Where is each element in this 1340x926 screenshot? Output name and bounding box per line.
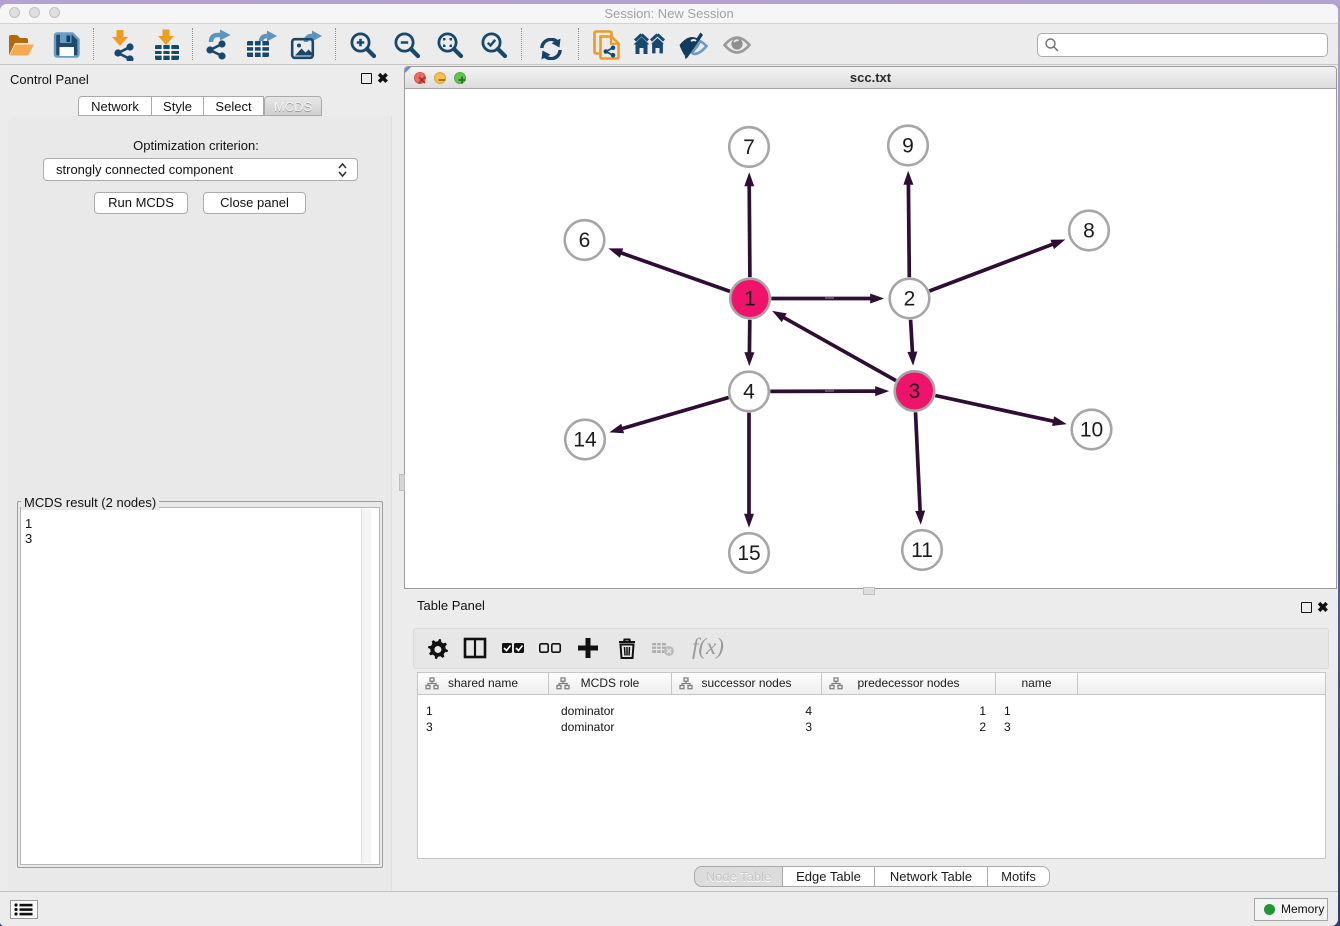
svg-text:6: 6 — [579, 229, 591, 252]
svg-text:8: 8 — [1083, 220, 1095, 243]
svg-text:15: 15 — [737, 542, 760, 565]
svg-text:11: 11 — [911, 539, 933, 562]
svg-text:3: 3 — [909, 380, 921, 403]
svg-text:10: 10 — [1080, 419, 1103, 442]
svg-text:4: 4 — [743, 381, 755, 404]
svg-text:9: 9 — [902, 135, 914, 158]
svg-text:14: 14 — [573, 429, 597, 452]
svg-text:2: 2 — [904, 288, 916, 311]
svg-text:7: 7 — [743, 136, 755, 159]
svg-text:1: 1 — [744, 288, 756, 311]
